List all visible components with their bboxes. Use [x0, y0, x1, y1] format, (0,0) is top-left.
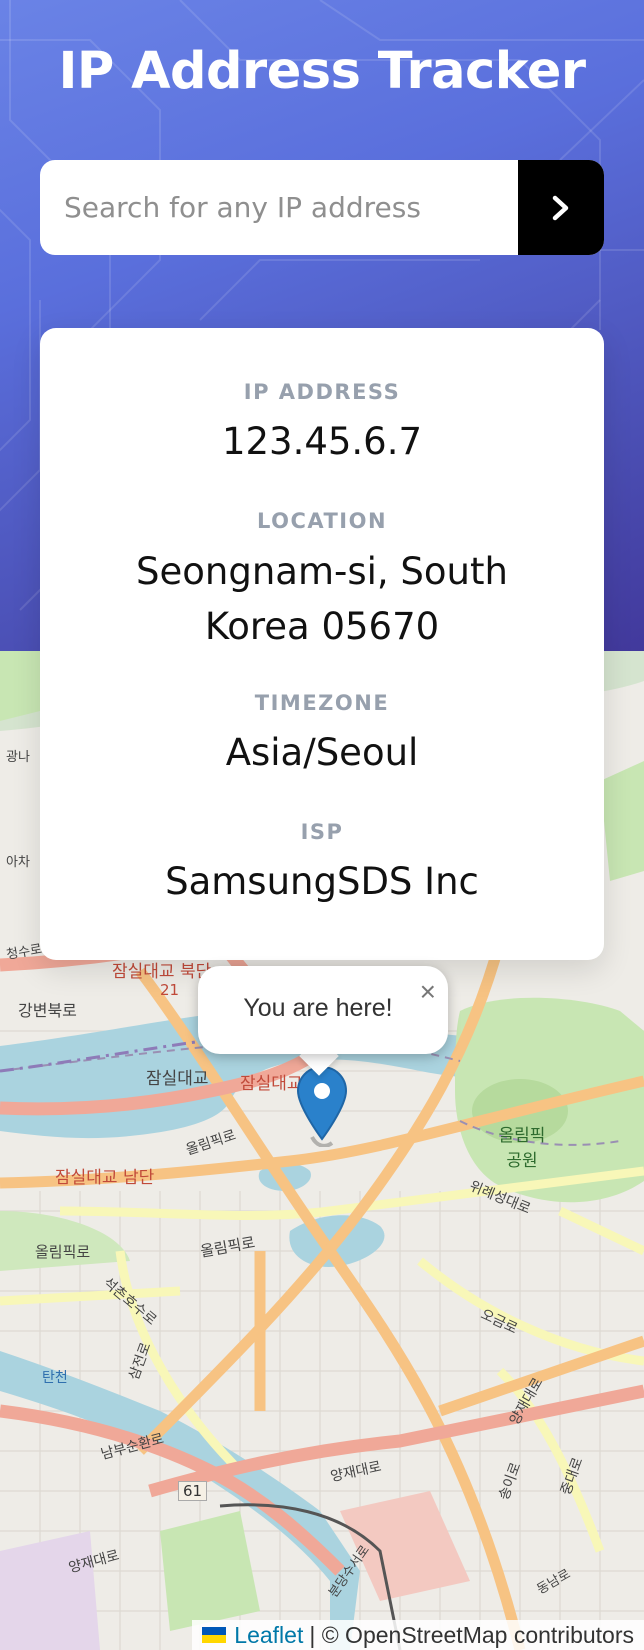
ip-info-card: IP ADDRESS 123.45.6.7 LOCATION Seongnam-…: [40, 328, 604, 960]
map-label: 아차: [6, 855, 30, 870]
map-marker-icon[interactable]: [296, 1067, 348, 1147]
page-title: IP Address Tracker: [58, 42, 586, 101]
ukraine-flag-icon: [202, 1627, 227, 1643]
location-value-line1: Seongnam-si, South: [136, 550, 508, 593]
map-label: 강변북로: [18, 1001, 77, 1020]
location-label: LOCATION: [256, 509, 388, 533]
attribution-text: | © OpenStreetMap contributors: [309, 1621, 634, 1648]
map-label: 잠실대교: [146, 1069, 209, 1089]
map-label: 잠실대교 남단: [55, 1168, 155, 1188]
timezone-label: TIMEZONE: [254, 691, 390, 715]
search-submit-button[interactable]: [518, 160, 604, 255]
popup-text: You are here!: [243, 994, 393, 1022]
chevron-right-icon: [552, 195, 569, 220]
map-label: 잠실대교 북단: [112, 962, 212, 982]
timezone-value: Asia/Seoul: [225, 731, 419, 774]
isp-value: SamsungSDS Inc: [165, 860, 479, 903]
route-shield: 61: [178, 1481, 208, 1501]
search-input[interactable]: [40, 160, 518, 255]
park-label: 올림픽공원: [498, 1126, 546, 1171]
ip-address-value: 123.45.6.7: [221, 420, 423, 463]
leaflet-link[interactable]: Leaflet: [234, 1622, 303, 1649]
location-popup: You are here! ×: [198, 966, 448, 1054]
map-label: 21: [160, 981, 180, 999]
search-bar: [40, 160, 604, 255]
location-value-line2: Korea 05670: [204, 605, 440, 648]
map-label: 올림픽로: [35, 1243, 91, 1261]
isp-label: ISP: [300, 820, 344, 844]
close-icon[interactable]: ×: [420, 978, 436, 1006]
ip-address-label: IP ADDRESS: [243, 380, 401, 404]
map-attribution: Leaflet | © OpenStreetMap contributors: [192, 1620, 644, 1650]
map-label: 광나: [6, 750, 30, 765]
map-label: 탄천: [42, 1370, 68, 1386]
